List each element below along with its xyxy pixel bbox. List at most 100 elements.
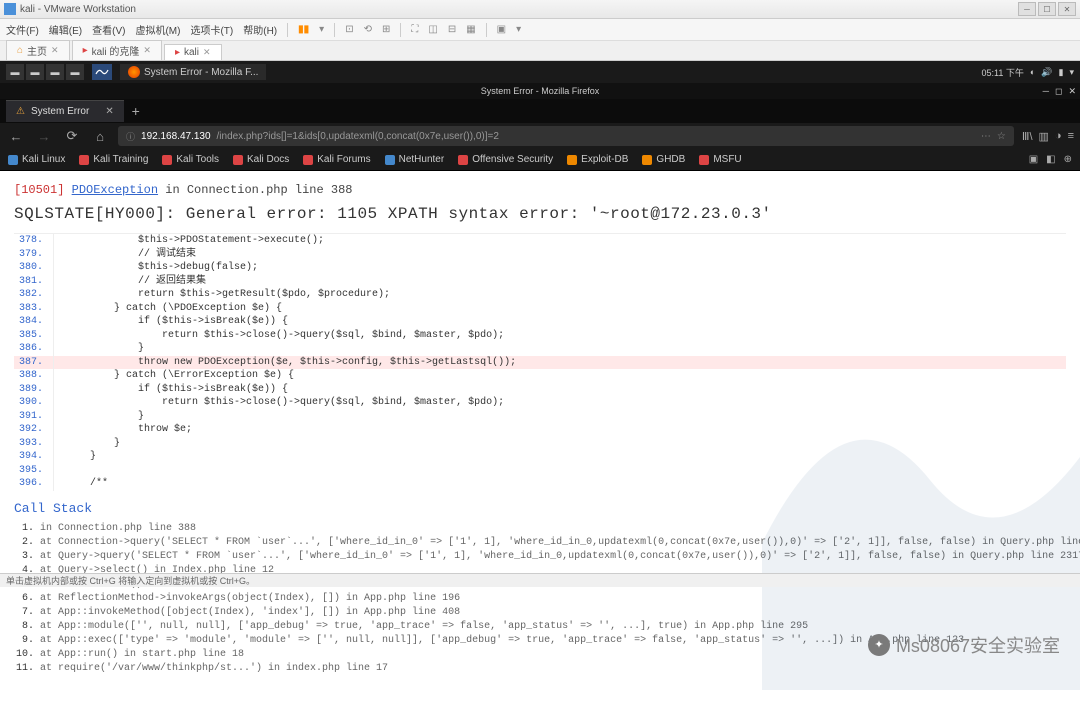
fullscreen-icon[interactable]: ⛶: [411, 24, 418, 35]
library-icon[interactable]: Ⅲ\: [1022, 130, 1033, 143]
firefox-window-title: System Error - Mozilla Firefox ─ ◻ ✕: [0, 83, 1080, 99]
stack-item: 1.in Connection.php line 388: [14, 522, 1066, 536]
exception-link[interactable]: PDOException: [72, 183, 158, 197]
pause-icon[interactable]: ▮▮: [298, 24, 309, 35]
vm-tab-clone[interactable]: ▸ kali 的克隆 ✕: [72, 40, 162, 60]
vm-tab-kali[interactable]: ▸ kali ✕: [164, 44, 222, 60]
firefox-urlbar: ← → ⟳ ⌂ ⓘ 192.168.47.130/index.php?ids[]…: [0, 123, 1080, 149]
code-line: 390. return $this->close()->query($sql, …: [14, 396, 1066, 410]
close-button[interactable]: ✕: [1058, 2, 1076, 16]
revert-icon[interactable]: ⟲: [364, 24, 372, 35]
vmware-menubar: 文件(F) 编辑(E) 查看(V) 虚拟机(M) 选项卡(T) 帮助(H) ▮▮…: [0, 19, 1080, 41]
battery-icon[interactable]: ▮: [1059, 67, 1064, 78]
bookmark-nethunter[interactable]: NetHunter: [385, 154, 445, 165]
snapshot-icon[interactable]: ⊡: [345, 24, 353, 35]
menu-vm[interactable]: 虚拟机(M): [135, 22, 180, 37]
bookmark-icon: [233, 155, 243, 165]
ext-icon[interactable]: ▣: [1029, 154, 1038, 165]
sidebar-icon[interactable]: ▥: [1039, 130, 1049, 143]
bookmark-exploit-db[interactable]: Exploit-DB: [567, 154, 628, 165]
code-line: 396. /**: [14, 477, 1066, 491]
code-line: 378. $this->PDOStatement->execute();: [14, 234, 1066, 248]
toolbar-dropdown-icon[interactable]: ▾: [319, 24, 324, 35]
bookmark-kali-training[interactable]: Kali Training: [79, 154, 148, 165]
menu-file[interactable]: 文件(F): [6, 22, 39, 37]
stack-item: 7.at App::invokeMethod([object(Index), '…: [14, 606, 1066, 620]
close-icon[interactable]: ✕: [105, 106, 113, 117]
menu-view[interactable]: 查看(V): [92, 22, 125, 37]
reload-button[interactable]: ⟳: [62, 126, 82, 146]
ff-maximize-icon[interactable]: ◻: [1055, 86, 1062, 97]
vm-tab-home[interactable]: ⌂ 主页 ✕: [6, 40, 70, 60]
browser-icon[interactable]: ▬: [46, 64, 64, 80]
sound-icon[interactable]: 🔊: [1041, 67, 1052, 78]
clock[interactable]: 05:11 下午: [982, 66, 1024, 79]
kali-logo-icon[interactable]: [92, 64, 112, 80]
info-icon[interactable]: ⓘ: [126, 130, 135, 143]
bookmark-kali-forums[interactable]: Kali Forums: [303, 154, 370, 165]
more-icon[interactable]: ⋯: [981, 131, 991, 142]
vmware-icon: [4, 3, 16, 15]
firefox-tab[interactable]: ⚠ System Error ✕: [6, 100, 124, 122]
code-line: 389. if ($this->isBreak($e)) {: [14, 383, 1066, 397]
code-line: 392. throw $e;: [14, 423, 1066, 437]
bookmark-kali-docs[interactable]: Kali Docs: [233, 154, 289, 165]
screenshot-icon[interactable]: ▣: [497, 24, 506, 35]
bookmark-icon: [385, 155, 395, 165]
bookmark-icon: [458, 155, 468, 165]
bookmarks-bar: Kali Linux Kali Training Kali Tools Kali…: [0, 149, 1080, 171]
close-icon[interactable]: ✕: [143, 45, 151, 56]
stack-item: 9.at App::exec(['type' => 'module', 'mod…: [14, 634, 1066, 648]
home-button[interactable]: ⌂: [90, 126, 110, 146]
menu-help[interactable]: 帮助(H): [243, 22, 277, 37]
close-icon[interactable]: ✕: [203, 47, 211, 58]
vmware-titlebar: kali - VMware Workstation ─ ☐ ✕: [0, 0, 1080, 19]
vm-icon: ▸: [175, 47, 180, 58]
ext-icon[interactable]: ◧: [1046, 154, 1055, 165]
maximize-button[interactable]: ☐: [1038, 2, 1056, 16]
bookmark-kali-tools[interactable]: Kali Tools: [162, 154, 219, 165]
firefox-task-button[interactable]: System Error - Mozilla F...: [120, 64, 266, 80]
manage-icon[interactable]: ⊞: [382, 24, 390, 35]
vm-tab-bar: ⌂ 主页 ✕ ▸ kali 的克隆 ✕ ▸ kali ✕: [0, 41, 1080, 61]
code-line: 379. // 调试结束: [14, 248, 1066, 262]
code-line: 386. }: [14, 342, 1066, 356]
view-icon[interactable]: ⊟: [448, 24, 456, 35]
call-stack-list: 1.in Connection.php line 3882.at Connect…: [14, 522, 1066, 676]
files-icon[interactable]: ▬: [6, 64, 24, 80]
url-input[interactable]: ⓘ 192.168.47.130/index.php?ids[]=1&ids[0…: [118, 126, 1014, 146]
ff-close-icon[interactable]: ✕: [1068, 86, 1076, 97]
bookmark-msfu[interactable]: MSFU: [699, 154, 741, 165]
bookmark-offensive-security[interactable]: Offensive Security: [458, 154, 553, 165]
minimize-button[interactable]: ─: [1018, 2, 1036, 16]
bookmark-star-icon[interactable]: ☆: [997, 131, 1006, 142]
stack-item: 2.at Connection->query('SELECT * FROM `u…: [14, 536, 1066, 550]
ext-icon[interactable]: ⊕: [1064, 154, 1072, 165]
vmware-statusbar: 单击虚拟机内部或按 Ctrl+G 将输入定向到虚拟机或按 Ctrl+G。: [0, 573, 1080, 587]
menu-tabs[interactable]: 选项卡(T): [190, 22, 233, 37]
terminal-icon[interactable]: ▬: [26, 64, 44, 80]
notification-icon[interactable]: ▾: [1069, 67, 1074, 78]
network-icon[interactable]: ◐: [1030, 67, 1035, 77]
ff-minimize-icon[interactable]: ─: [1043, 86, 1049, 97]
stack-item: 8.at App::module(['', null, null], ['app…: [14, 620, 1066, 634]
app-icon[interactable]: ▬: [66, 64, 84, 80]
console-icon[interactable]: ▾: [516, 24, 521, 35]
close-icon[interactable]: ✕: [51, 45, 59, 56]
bookmark-icon: [162, 155, 172, 165]
back-button[interactable]: ←: [6, 126, 26, 146]
new-tab-button[interactable]: +: [124, 103, 148, 119]
thumbnail-icon[interactable]: ▦: [466, 24, 475, 35]
forward-button[interactable]: →: [34, 126, 54, 146]
code-line: 383. } catch (\PDOException $e) {: [14, 302, 1066, 316]
firefox-tabbar: ⚠ System Error ✕ +: [0, 99, 1080, 123]
menu-edit[interactable]: 编辑(E): [49, 22, 82, 37]
unity-icon[interactable]: ◫: [428, 24, 437, 35]
menu-icon[interactable]: ≡: [1068, 130, 1074, 143]
code-line: 388. } catch (\ErrorException $e) {: [14, 369, 1066, 383]
firefox-icon: [128, 66, 140, 78]
bookmark-ghdb[interactable]: GHDB: [642, 154, 685, 165]
bookmark-kali-linux[interactable]: Kali Linux: [8, 154, 65, 165]
home-icon: ⌂: [17, 45, 23, 56]
shield-icon[interactable]: ◑: [1055, 130, 1062, 143]
